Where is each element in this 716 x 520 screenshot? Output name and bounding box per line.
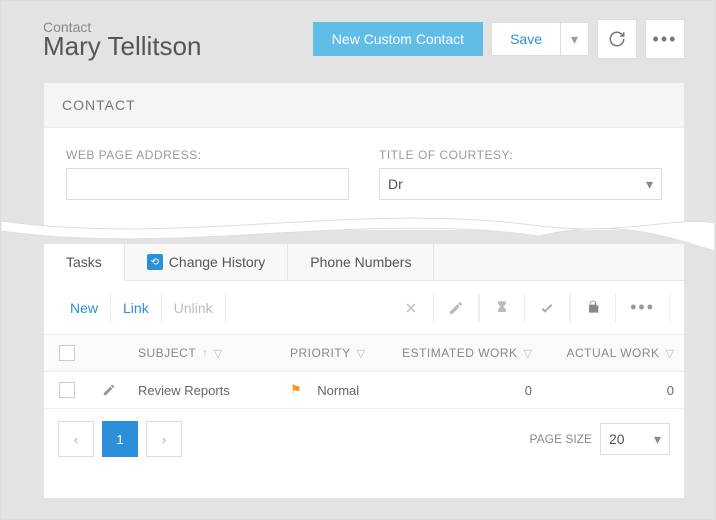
pencil-icon [448,300,464,316]
check-button[interactable] [525,294,570,322]
tab-change-history[interactable]: ⟲ Change History [125,244,289,280]
chevron-down-icon: ▾ [654,431,661,448]
more-icon: ••• [630,297,655,317]
web-page-label: WEB PAGE ADDRESS: [66,148,349,162]
select-all-checkbox[interactable] [59,345,75,361]
col-actual[interactable]: ACTUAL WORK [566,346,659,360]
chevron-down-icon: ▾ [571,31,578,48]
new-button[interactable]: New [58,294,111,322]
title-courtesy-select[interactable]: Dr ▾ [379,168,662,200]
change-history-icon: ⟲ [147,254,163,270]
more-actions-button[interactable]: ••• [645,19,685,59]
title-courtesy-value: Dr [388,176,403,192]
flag-icon: ⚑ [290,382,302,398]
table-row[interactable]: Review Reports ⚑ Normal 0 0 [44,372,684,409]
close-icon [403,300,419,316]
delete-button[interactable] [389,294,434,322]
filter-icon[interactable]: ▽ [214,347,222,360]
row-checkbox[interactable] [59,382,75,398]
link-button[interactable]: Link [111,294,162,322]
page-1-button[interactable]: 1 [102,421,138,457]
row-edit-button[interactable] [102,383,116,397]
cell-estimated: 0 [386,373,542,408]
sort-asc-icon[interactable]: ↑ [202,347,208,359]
refresh-icon [608,30,626,48]
unlock-icon [585,300,601,316]
cell-actual: 0 [542,373,684,408]
record-title: Mary Tellitson [43,31,313,62]
cell-priority: Normal [317,383,359,398]
section-header: CONTACT [44,83,684,128]
unlink-button[interactable]: Unlink [162,294,226,322]
grid-more-button[interactable]: ••• [616,291,670,324]
lock-button[interactable] [570,294,616,322]
col-subject[interactable]: SUBJECT [138,346,196,360]
page-size-label: PAGE SIZE [530,432,592,446]
save-dropdown-button[interactable]: ▾ [561,22,589,56]
filter-icon[interactable]: ▽ [666,347,674,360]
chevron-down-icon: ▾ [646,176,653,193]
tab-phone-numbers[interactable]: Phone Numbers [288,244,434,280]
col-priority[interactable]: PRIORITY [290,346,351,360]
chevron-right-icon: › [162,432,166,447]
filter-icon[interactable]: ▽ [524,347,532,360]
web-page-input[interactable] [66,168,349,200]
tab-tasks[interactable]: Tasks [44,244,125,281]
check-icon [539,300,555,316]
next-page-button[interactable]: › [146,421,182,457]
hourglass-button[interactable] [479,294,525,322]
chevron-left-icon: ‹ [74,432,78,447]
cell-subject: Review Reports [128,373,280,408]
save-button[interactable]: Save [491,22,561,56]
filter-icon[interactable]: ▽ [357,347,365,360]
edit-button[interactable] [434,294,479,322]
new-custom-contact-button[interactable]: New Custom Contact [313,22,483,56]
hourglass-icon [494,300,510,316]
title-courtesy-label: TITLE OF COURTESY: [379,148,662,162]
col-estimated[interactable]: ESTIMATED WORK [402,346,517,360]
refresh-button[interactable] [597,19,637,59]
more-icon: ••• [653,29,678,50]
page-size-select[interactable]: 20 ▾ [600,423,670,455]
prev-page-button[interactable]: ‹ [58,421,94,457]
